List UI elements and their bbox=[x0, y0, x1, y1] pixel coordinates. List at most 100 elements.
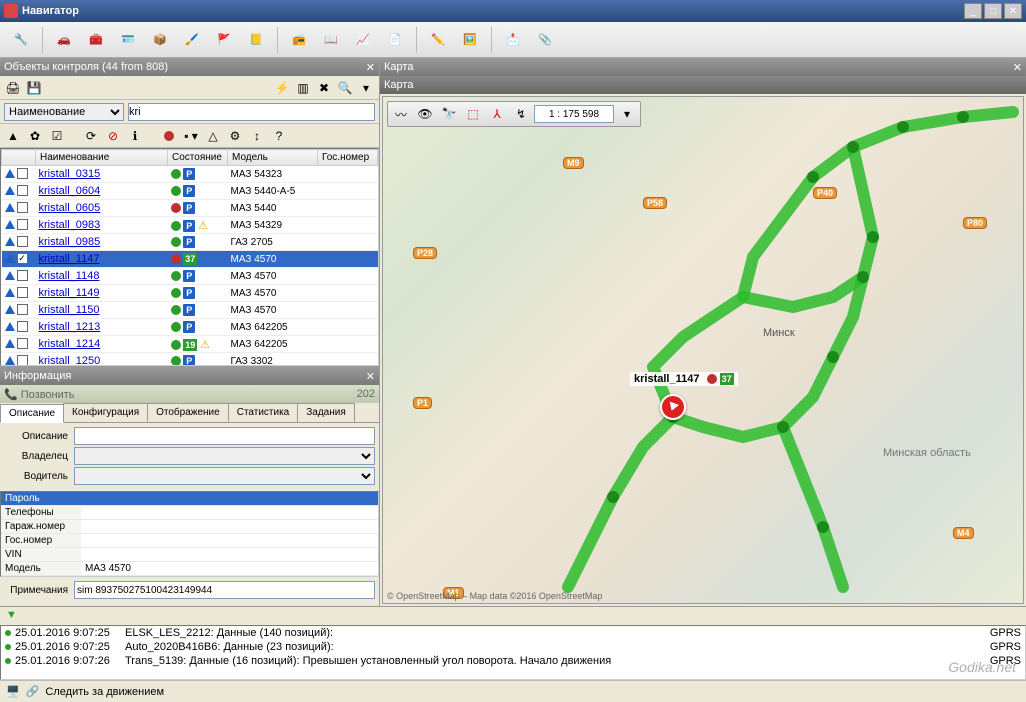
box-icon[interactable]: 📦 bbox=[145, 25, 175, 55]
log-row[interactable]: 25.01.2016 9:07:25Auto_2020B416B6: Данны… bbox=[1, 640, 1025, 654]
object-link[interactable]: kristall_1148 bbox=[39, 270, 100, 282]
globe-icon[interactable]: 📒 bbox=[241, 25, 271, 55]
table-row[interactable]: kristall_0315 PМАЗ 54323 bbox=[2, 166, 378, 183]
object-link[interactable]: kristall_1250 bbox=[39, 355, 101, 366]
kv-row[interactable]: Гос.номер bbox=[1, 534, 378, 548]
maximize-button[interactable]: □ bbox=[984, 3, 1002, 19]
kv-row[interactable]: Пароль bbox=[1, 492, 378, 506]
objects-panel-close-icon[interactable]: ✕ bbox=[366, 61, 375, 74]
object-link[interactable]: kristall_1149 bbox=[39, 287, 100, 299]
minimize-button[interactable]: _ bbox=[964, 3, 982, 19]
log-row[interactable]: 25.01.2016 9:07:25ELSK_LES_2212: Данные … bbox=[1, 626, 1025, 640]
table-row[interactable]: kristall_1250 PГАЗ 3302 bbox=[2, 353, 378, 367]
book-icon[interactable]: 📖 bbox=[316, 25, 346, 55]
flag-icon[interactable]: 🚩 bbox=[209, 25, 239, 55]
vehicle-marker[interactable]: kristall_1147 37 bbox=[660, 394, 686, 420]
square-tool-icon[interactable]: ▪ ▾ bbox=[182, 127, 200, 145]
note-input[interactable] bbox=[74, 581, 375, 599]
tri-tool-icon[interactable]: △ bbox=[204, 127, 222, 145]
object-link[interactable]: kristall_0985 bbox=[39, 236, 101, 248]
scale-dropdown-icon[interactable]: ▾ bbox=[616, 104, 638, 124]
filter-funnel-icon[interactable]: ▼ bbox=[6, 609, 17, 621]
close-button[interactable]: ✕ bbox=[1004, 3, 1022, 19]
toolbox-icon[interactable]: 🧰 bbox=[81, 25, 111, 55]
event-log[interactable]: 25.01.2016 9:07:25ELSK_LES_2212: Данные … bbox=[0, 625, 1026, 680]
table-row[interactable]: kristall_1149 PМАЗ 4570 bbox=[2, 285, 378, 302]
table-row[interactable]: kristall_0605 PМАЗ 5440 bbox=[2, 200, 378, 217]
dot-tool-icon[interactable] bbox=[160, 127, 178, 145]
brush-icon[interactable]: 🖌️ bbox=[177, 25, 207, 55]
table-row[interactable]: kristall_1150 PМАЗ 4570 bbox=[2, 302, 378, 319]
map-scale-input[interactable] bbox=[534, 105, 614, 123]
table-row[interactable]: kristall_0983 P ⚠МАЗ 54329 bbox=[2, 217, 378, 234]
driver-select[interactable] bbox=[74, 467, 375, 485]
reload-icon[interactable]: ⟳ bbox=[82, 127, 100, 145]
map-panel-close-icon[interactable]: ✕ bbox=[1013, 61, 1022, 74]
object-link[interactable]: kristall_1214 bbox=[39, 338, 101, 350]
triangle-icon[interactable]: ▲ bbox=[4, 127, 22, 145]
col-state[interactable]: Состояние bbox=[168, 150, 228, 166]
column-icon[interactable]: ▥ bbox=[294, 79, 312, 97]
tab-stats[interactable]: Статистика bbox=[228, 403, 299, 422]
image-icon[interactable]: 🖼️ bbox=[455, 25, 485, 55]
table-row[interactable]: kristall_1148 PМАЗ 4570 bbox=[2, 268, 378, 285]
object-link[interactable]: kristall_1147 bbox=[39, 253, 100, 265]
table-row[interactable]: kristall_1213 PМАЗ 642205 bbox=[2, 319, 378, 336]
print-icon[interactable]: 🖨 bbox=[4, 79, 22, 97]
config-icon[interactable]: ✿ bbox=[26, 127, 44, 145]
filter-field-select[interactable]: Наименование bbox=[4, 103, 124, 121]
object-link[interactable]: kristall_1213 bbox=[39, 321, 101, 333]
info-panel-close-icon[interactable]: ✕ bbox=[366, 370, 375, 383]
object-link[interactable]: kristall_0315 bbox=[39, 168, 101, 180]
flash-icon[interactable]: ⚡ bbox=[273, 79, 291, 97]
owner-select[interactable] bbox=[74, 447, 375, 465]
polyline-icon[interactable]: ⅄ bbox=[486, 104, 508, 124]
delete-row-icon[interactable]: ✖ bbox=[315, 79, 333, 97]
binoculars-icon[interactable]: 🔭 bbox=[438, 104, 460, 124]
tab-config[interactable]: Конфигурация bbox=[63, 403, 148, 422]
info-icon[interactable]: ℹ bbox=[126, 127, 144, 145]
kv-row[interactable]: Телефоны bbox=[1, 506, 378, 520]
clip-icon[interactable]: 📎 bbox=[530, 25, 560, 55]
log-row[interactable]: 25.01.2016 9:07:26Trans_5139: Данные (16… bbox=[1, 654, 1025, 668]
kv-row[interactable]: Гараж.номер bbox=[1, 520, 378, 534]
gear-tool-icon[interactable]: ⚙ bbox=[226, 127, 244, 145]
filter-value-input[interactable] bbox=[128, 103, 375, 121]
car-icon[interactable]: 🚗 bbox=[49, 25, 79, 55]
route2-icon[interactable]: ↯ bbox=[510, 104, 532, 124]
pencil-icon[interactable]: ✏️ bbox=[423, 25, 453, 55]
wrench-icon[interactable]: 🔧 bbox=[6, 25, 36, 55]
save-icon[interactable]: 💾 bbox=[25, 79, 43, 97]
sort-icon[interactable]: ↕ bbox=[248, 127, 266, 145]
tab-tasks[interactable]: Задания bbox=[297, 403, 355, 422]
col-name[interactable]: Наименование bbox=[36, 150, 168, 166]
route-icon[interactable]: 〰 bbox=[390, 104, 412, 124]
object-link[interactable]: kristall_1150 bbox=[39, 304, 100, 316]
table-row[interactable]: kristall_1147 37МАЗ 4570 bbox=[2, 251, 378, 268]
object-link[interactable]: kristall_0604 bbox=[39, 185, 101, 197]
table-row[interactable]: kristall_0985 PГАЗ 2705 bbox=[2, 234, 378, 251]
check-icon[interactable]: ☑ bbox=[48, 127, 66, 145]
play-icon[interactable]: 📩 bbox=[498, 25, 528, 55]
doc-icon[interactable]: 📄 bbox=[380, 25, 410, 55]
col-plate[interactable]: Гос.номер bbox=[318, 150, 378, 166]
kv-row[interactable]: VIN bbox=[1, 548, 378, 562]
kv-list[interactable]: ПарольТелефоныГараж.номерГос.номерVINМод… bbox=[0, 491, 379, 577]
table-row[interactable]: kristall_0604 PМАЗ 5440-А-5 bbox=[2, 183, 378, 200]
tab-description[interactable]: Описание bbox=[0, 404, 64, 423]
kv-row[interactable]: МодельМАЗ 4570 bbox=[1, 562, 378, 576]
filter-icon[interactable]: ▾ bbox=[357, 79, 375, 97]
map-canvas[interactable]: M9 P28 P1 P58 M1 M4 P40 P80 Минск Минска… bbox=[382, 96, 1024, 604]
eye-icon[interactable]: 👁 bbox=[414, 104, 436, 124]
help-icon[interactable]: ? bbox=[270, 127, 288, 145]
call-button[interactable]: 📞 Позвонить bbox=[4, 388, 75, 401]
object-link[interactable]: kristall_0605 bbox=[39, 202, 101, 214]
id-card-icon[interactable]: 🪪 bbox=[113, 25, 143, 55]
objects-table[interactable]: Наименование Состояние Модель Гос.номер … bbox=[0, 148, 379, 366]
object-link[interactable]: kristall_0983 bbox=[39, 219, 101, 231]
stop-icon[interactable]: ⊘ bbox=[104, 127, 122, 145]
tab-display[interactable]: Отображение bbox=[147, 403, 229, 422]
select-icon[interactable]: ⬚ bbox=[462, 104, 484, 124]
col-model[interactable]: Модель bbox=[228, 150, 318, 166]
chart-icon[interactable]: 📈 bbox=[348, 25, 378, 55]
